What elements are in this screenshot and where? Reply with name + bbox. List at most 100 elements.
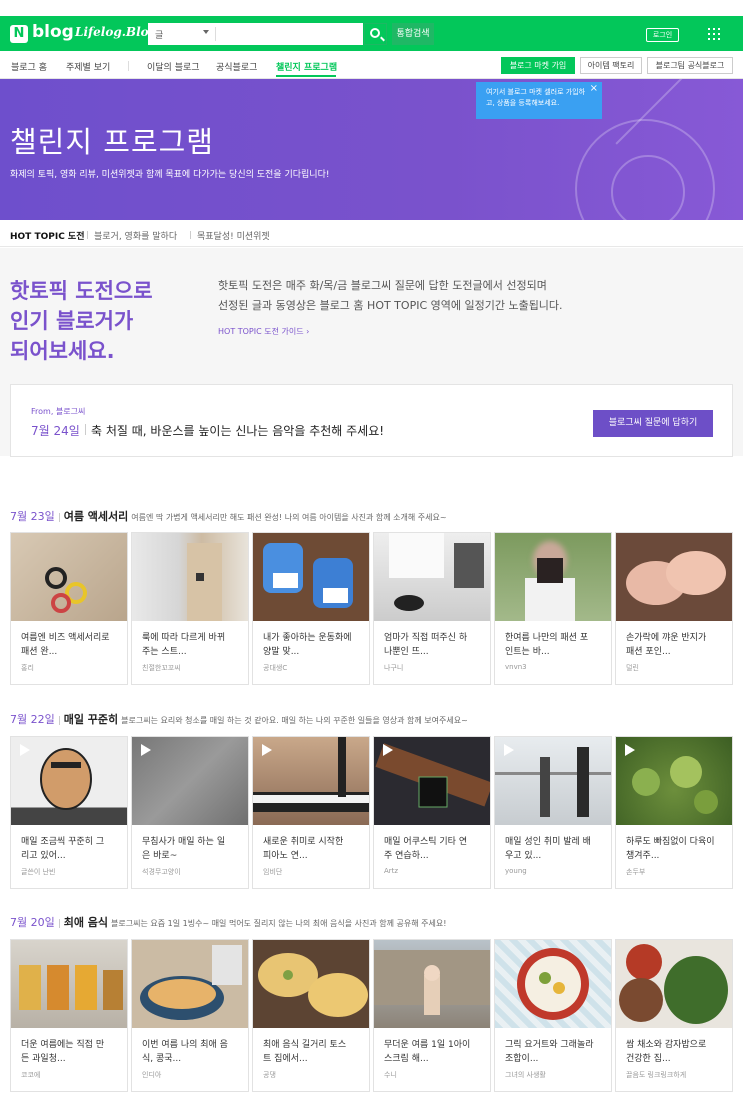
nav-challenge[interactable]: 챌린지 프로그램 — [276, 60, 337, 73]
post-title[interactable]: 한여름 나만의 패션 포 인트는 바... — [505, 631, 603, 659]
post-author[interactable]: 글쓴이 난빈 — [21, 867, 55, 877]
naver-logo-icon[interactable]: N — [10, 25, 28, 43]
post-author[interactable]: 친절한꼬꼬씨 — [142, 663, 181, 673]
question-date: 7월 24일 — [31, 424, 80, 438]
intro-headline: 핫토픽 도전으로 인기 블로거가 되어보세요. — [10, 279, 153, 363]
answer-question-button[interactable]: 블로그씨 질문에 답하기 — [593, 410, 713, 437]
tab-movie[interactable]: 블로거, 영화를 말하다 — [94, 229, 177, 242]
post-thumbnail[interactable] — [495, 737, 611, 825]
nav-official-blog[interactable]: 공식블로그 — [216, 60, 257, 73]
post-title[interactable]: 손가락에 꺄운 반지가 패션 포인... — [626, 631, 724, 659]
question-from: From, 블로그씨 — [31, 407, 86, 416]
post-thumbnail[interactable] — [11, 533, 127, 621]
post-author[interactable]: 수니 — [384, 1070, 397, 1080]
post-card[interactable]: 이번 여름 나의 최애 음 식, 콩국... 인디아 — [131, 939, 249, 1092]
post-thumbnail[interactable] — [495, 940, 611, 1028]
login-button[interactable]: 로그인 — [646, 28, 679, 42]
post-card[interactable]: 무침사가 매일 하는 일은 바로~ 석경무고양이 — [131, 736, 249, 889]
video-play-icon — [20, 744, 30, 756]
post-thumbnail[interactable] — [253, 533, 369, 621]
post-title[interactable]: 이번 여름 나의 최애 음 식, 콩국... — [142, 1038, 240, 1066]
post-author[interactable]: 홍리 — [21, 663, 34, 673]
search-type-select[interactable]: 글 — [155, 28, 163, 41]
post-card[interactable]: 매일 어쿠스틱 기타 연주 연습하... Artz — [373, 736, 491, 889]
post-card[interactable]: 최애 음식 길거리 토스 트 집에서... 공댕 — [252, 939, 370, 1092]
post-author[interactable]: vnvn3 — [505, 663, 527, 671]
post-title[interactable]: 매일 성인 취미 발레 배 우고 있... — [505, 835, 603, 863]
post-thumbnail[interactable] — [616, 737, 732, 825]
post-title[interactable]: 룩에 따라 다르게 바뀌 주는 스트... — [142, 631, 240, 659]
post-title[interactable]: 엄마가 직접 떠주신 하 나뿐인 뜨... — [384, 631, 482, 659]
post-author[interactable]: 석경무고양이 — [142, 867, 181, 877]
post-title[interactable]: 하루도 빠짐없이 다육이 챙겨주... — [626, 835, 724, 863]
total-search-button[interactable]: 통합검색 — [392, 23, 434, 45]
post-thumbnail[interactable] — [253, 940, 369, 1028]
nav-blog-home[interactable]: 블로그 홈 — [11, 60, 47, 73]
post-title[interactable]: 매일 어쿠스틱 기타 연주 연습하... — [384, 835, 482, 863]
post-author[interactable]: 코코에 — [21, 1070, 40, 1080]
post-card[interactable]: 손가락에 꺄운 반지가 패션 포인... 덜린 — [615, 532, 733, 685]
post-card[interactable]: 내가 좋아하는 운동화에 양말 맞... 공대생C — [252, 532, 370, 685]
post-thumbnail[interactable] — [253, 737, 369, 825]
post-card[interactable]: 매일 조금씩 꾸준히 그 리고 있어... 글쓴이 난빈 — [10, 736, 128, 889]
nav-monthly-blog[interactable]: 이달의 블로그 — [147, 60, 200, 73]
post-card[interactable]: 하루도 빠짐없이 다육이 챙겨주... 손두부 — [615, 736, 733, 889]
post-card[interactable]: 더운 여름에는 직접 만든 과일청... 코코에 — [10, 939, 128, 1092]
search-button[interactable] — [364, 23, 387, 45]
post-thumbnail[interactable] — [11, 737, 127, 825]
post-title[interactable]: 더운 여름에는 직접 만든 과일청... — [21, 1038, 119, 1066]
close-icon[interactable]: × — [590, 83, 598, 94]
tab-hot-topic[interactable]: HOT TOPIC 도전 — [10, 229, 85, 242]
post-thumbnail[interactable] — [132, 533, 248, 621]
post-author[interactable]: Artz — [384, 867, 398, 875]
post-author[interactable]: 그녀의 사생활 — [505, 1070, 546, 1080]
post-thumbnail[interactable] — [495, 533, 611, 621]
post-title[interactable]: 매일 조금씩 꾸준히 그 리고 있어... — [21, 835, 119, 863]
post-card[interactable]: 룩에 따라 다르게 바뀌 주는 스트... 친절한꼬꼬씨 — [131, 532, 249, 685]
market-join-button[interactable]: 블로그 마켓 가입 — [501, 57, 575, 74]
lifelog-logo[interactable]: Lifelog.Blog — [75, 25, 157, 39]
hot-topic-guide-link[interactable]: HOT TOPIC 도전 가이드 › — [218, 326, 309, 337]
post-title[interactable]: 무더운 여름 1일 1아이 스크림 해... — [384, 1038, 482, 1066]
post-card[interactable]: 무더운 여름 1일 1아이 스크림 해... 수니 — [373, 939, 491, 1092]
post-author[interactable]: 나구니 — [384, 663, 403, 673]
post-card[interactable]: 쌈 채소와 감자밥으로 건강한 집... 끌음도 링크링크하게 — [615, 939, 733, 1092]
post-author[interactable]: young — [505, 867, 527, 875]
hero-banner: 챌린지 프로그램 화제의 토픽, 영화 리뷰, 미션위젯과 함께 목표에 다가가… — [0, 79, 743, 220]
post-author[interactable]: 끌음도 링크링크하게 — [626, 1070, 686, 1080]
post-card[interactable]: 한여름 나만의 패션 포 인트는 바... vnvn3 — [494, 532, 612, 685]
post-author[interactable]: 인디아 — [142, 1070, 161, 1080]
post-author[interactable]: 임비단 — [263, 867, 282, 877]
post-author[interactable]: 손두부 — [626, 867, 645, 877]
post-thumbnail[interactable] — [132, 737, 248, 825]
post-thumbnail[interactable] — [132, 940, 248, 1028]
post-card[interactable]: 여름엔 비즈 액세서리로 패션 완... 홍리 — [10, 532, 128, 685]
post-thumbnail[interactable] — [374, 737, 490, 825]
post-author[interactable]: 공대생C — [263, 663, 287, 673]
search-input[interactable]: 글 — [148, 23, 363, 45]
nav-topics[interactable]: 주제별 보기 — [66, 60, 110, 73]
post-author[interactable]: 공댕 — [263, 1070, 276, 1080]
post-title[interactable]: 여름엔 비즈 액세서리로 패션 완... — [21, 631, 119, 659]
apps-grid-icon[interactable] — [708, 28, 720, 40]
post-thumbnail[interactable] — [11, 940, 127, 1028]
post-card[interactable]: 새로운 취미로 시작한 피아노 연... 임비단 — [252, 736, 370, 889]
post-thumbnail[interactable] — [616, 940, 732, 1028]
post-card[interactable]: 그릭 요거트와 그래놀라 조합이... 그녀의 사생활 — [494, 939, 612, 1092]
blog-logo-text[interactable]: blog — [32, 22, 74, 42]
post-card[interactable]: 엄마가 직접 떠주신 하 나뿐인 뜨... 나구니 — [373, 532, 491, 685]
post-author[interactable]: 덜린 — [626, 663, 639, 673]
post-title[interactable]: 새로운 취미로 시작한 피아노 연... — [263, 835, 361, 863]
post-title[interactable]: 최애 음식 길거리 토스 트 집에서... — [263, 1038, 361, 1066]
post-thumbnail[interactable] — [616, 533, 732, 621]
post-title[interactable]: 무침사가 매일 하는 일은 바로~ — [142, 835, 240, 863]
tab-mission-widget[interactable]: 목표달성! 미션위젯 — [197, 229, 270, 242]
post-thumbnail[interactable] — [374, 533, 490, 621]
post-thumbnail[interactable] — [374, 940, 490, 1028]
post-title[interactable]: 내가 좋아하는 운동화에 양말 맞... — [263, 631, 361, 659]
post-title[interactable]: 그릭 요거트와 그래놀라 조합이... — [505, 1038, 603, 1066]
official-blog-button[interactable]: 블로그팀 공식블로그 — [647, 57, 733, 74]
post-card[interactable]: 매일 성인 취미 발레 배 우고 있... young — [494, 736, 612, 889]
post-title[interactable]: 쌈 채소와 감자밥으로 건강한 집... — [626, 1038, 724, 1066]
item-factory-button[interactable]: 아이템 팩토리 — [580, 57, 642, 74]
